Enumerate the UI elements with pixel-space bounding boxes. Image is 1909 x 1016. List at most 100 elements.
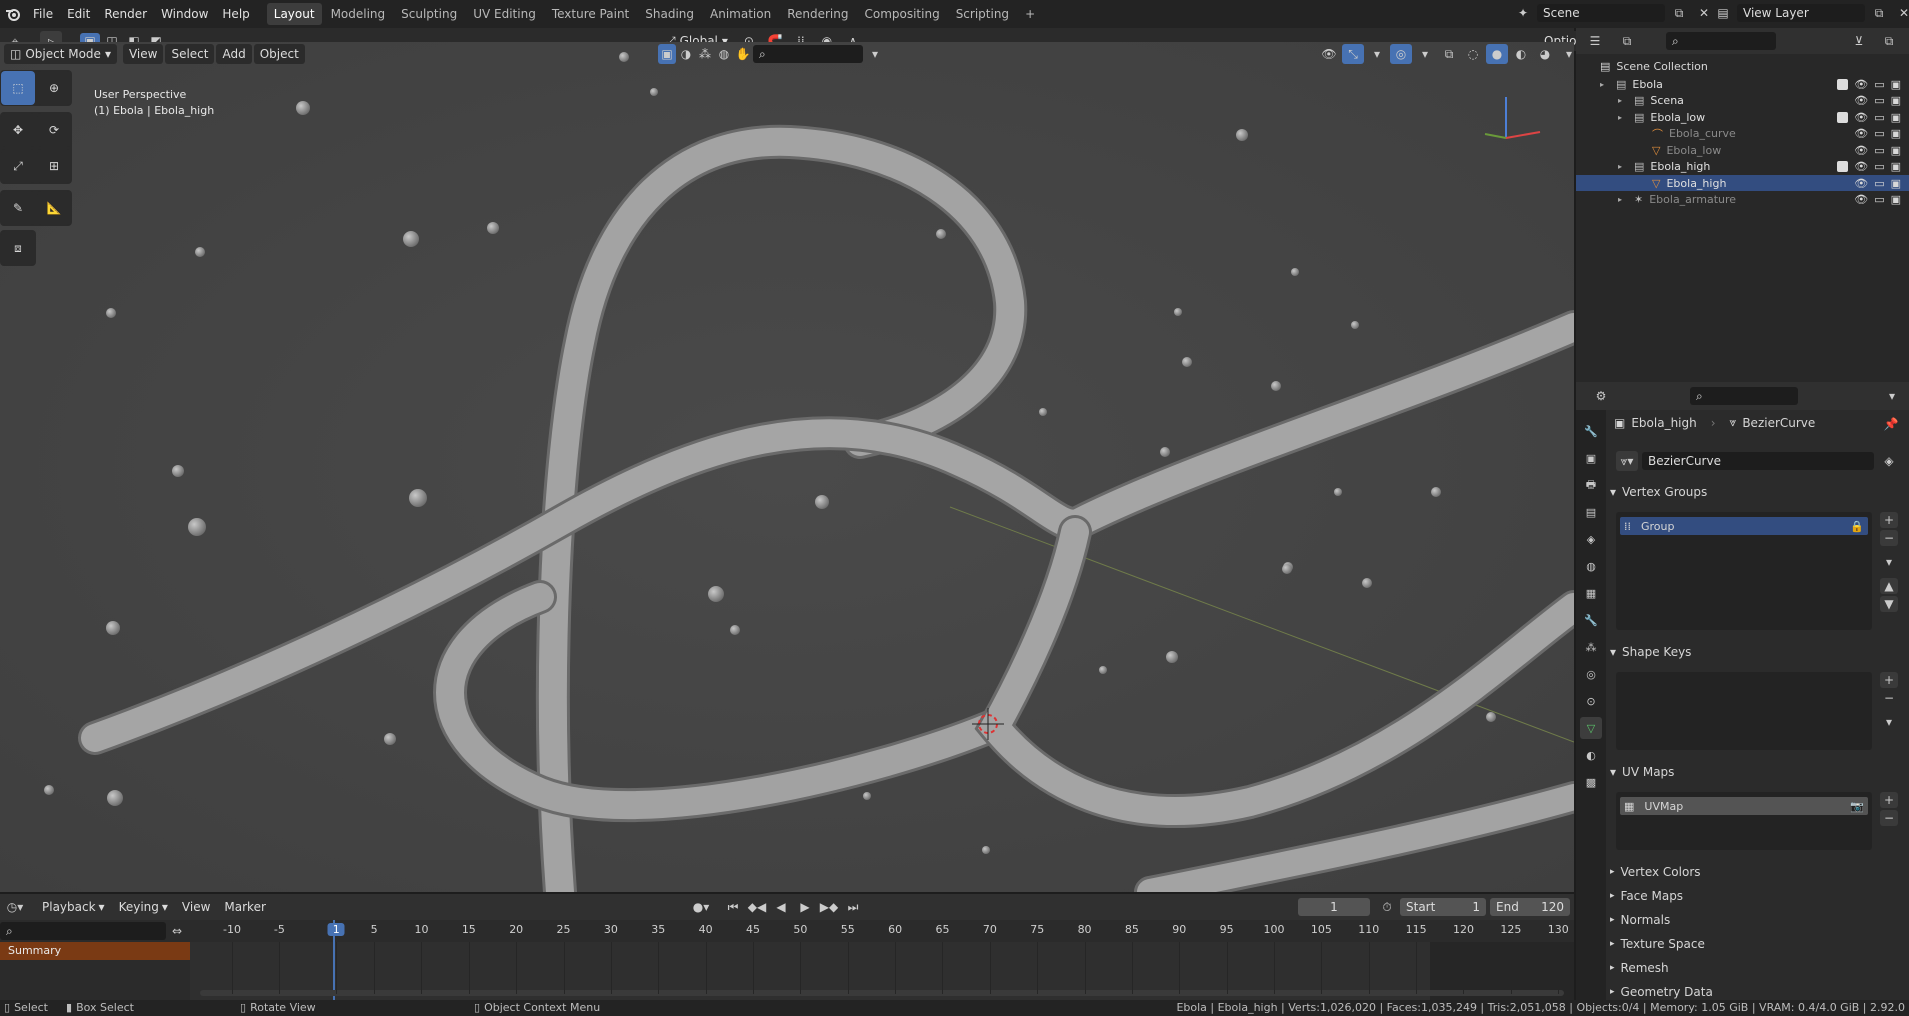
eye-icon[interactable]: 👁 — [1854, 78, 1868, 91]
monitor-icon[interactable]: ▭ — [1874, 177, 1884, 190]
eye-icon[interactable]: 👁 — [1854, 193, 1868, 206]
timeline-scrollbar[interactable] — [200, 990, 1564, 996]
scene-tab-icon[interactable]: ◈ — [1580, 528, 1602, 550]
view-layer-tab-icon[interactable]: ▤ — [1580, 501, 1602, 523]
menu-file[interactable]: File — [26, 3, 60, 25]
world-tab-icon[interactable]: ◍ — [1580, 555, 1602, 577]
workspace-tab-layout[interactable]: Layout — [266, 3, 322, 25]
cursor-tool-icon[interactable]: ⊕ — [37, 71, 71, 105]
shading-type-icon[interactable]: ◑ — [677, 44, 695, 64]
texture-tab-icon[interactable]: ▩ — [1580, 771, 1602, 793]
chevron-down-icon[interactable]: ▾ — [1414, 44, 1436, 64]
particles-icon[interactable]: ⁂ — [696, 44, 714, 64]
remove-uv-map-icon[interactable]: − — [1880, 810, 1898, 826]
eye-icon[interactable]: 👁 — [1854, 127, 1868, 140]
workspace-tab-texture-paint[interactable]: Texture Paint — [545, 3, 636, 25]
material-shading-icon[interactable]: ◐ — [1510, 44, 1532, 64]
chevron-down-icon[interactable]: ▾ — [1881, 386, 1903, 406]
render-tab-icon[interactable]: ▣ — [1580, 447, 1602, 469]
scene-field[interactable]: Scene — [1537, 4, 1665, 22]
monitor-icon[interactable]: ▭ — [1874, 78, 1884, 91]
new-view-layer-icon[interactable]: ⧉ — [1868, 3, 1890, 23]
monitor-icon[interactable]: ▭ — [1874, 193, 1884, 206]
modifier-tab-icon[interactable]: 🔧 — [1580, 609, 1602, 631]
panel-header-geometry-data[interactable]: ▸ Geometry Data — [1610, 982, 1900, 1002]
move-down-icon[interactable]: ▼ — [1880, 596, 1898, 612]
timeline-menu-keying[interactable]: Keying ▾ — [112, 897, 174, 917]
data-name-field[interactable]: BezierCurve — [1642, 452, 1874, 470]
3d-viewport[interactable]: ◫ Object Mode ▾ View Select Add Object ▣ ◑ … — [0, 42, 1574, 892]
add-shape-key-icon[interactable]: + — [1880, 672, 1898, 688]
workspace-tab-uv-editing[interactable]: UV Editing — [466, 3, 543, 25]
timeline-menu-marker[interactable]: Marker — [218, 897, 272, 917]
measure-tool-icon[interactable]: 📐 — [37, 191, 71, 225]
viewport-menu-object[interactable]: Object — [253, 44, 305, 64]
chevron-down-icon[interactable]: ▾ — [864, 44, 886, 64]
workspace-tab-compositing[interactable]: Compositing — [857, 3, 946, 25]
monitor-icon[interactable]: ▭ — [1874, 160, 1884, 173]
workspace-tab-sculpting[interactable]: Sculpting — [394, 3, 464, 25]
exclude-checkbox[interactable] — [1837, 111, 1849, 123]
specials-menu-icon[interactable]: ▾ — [1880, 554, 1898, 570]
monitor-icon[interactable]: ▭ — [1874, 144, 1884, 157]
properties-editor-icon[interactable]: ⚙ — [1590, 386, 1612, 406]
outliner-row[interactable]: ▽ Ebola_high 👁 ▭ ▣ — [1576, 175, 1909, 191]
outliner-row[interactable]: ▸ ✶ Ebola_armature 👁 ▭ ▣ — [1576, 192, 1909, 208]
eye-icon[interactable]: 👁 — [1854, 144, 1868, 157]
viewport-menu-select[interactable]: Select — [165, 44, 215, 64]
outliner-row[interactable]: ▸ ▤ Ebola_high 👁 ▭ ▣ — [1576, 159, 1909, 175]
curve-data-icon[interactable]: ⩔▾ — [1616, 451, 1638, 471]
object-type-icon[interactable]: ▣ — [658, 44, 676, 64]
jump-end-icon[interactable]: ⏭ — [842, 897, 864, 917]
hand-icon[interactable]: ✋ — [734, 44, 752, 64]
outliner-row[interactable]: ⌒ Ebola_curve 👁 ▭ ▣ — [1576, 126, 1909, 142]
stopwatch-icon[interactable]: ⏱ — [1376, 897, 1398, 917]
mode-dropdown[interactable]: ◫ Object Mode ▾ — [4, 44, 117, 64]
monitor-icon[interactable]: ▭ — [1874, 111, 1884, 124]
move-tool-icon[interactable]: ✥ — [1, 113, 35, 147]
visibility-icon[interactable]: 👁 — [1318, 44, 1340, 64]
pin-icon[interactable]: 📌 — [1880, 414, 1902, 434]
monitor-icon[interactable]: ▭ — [1874, 94, 1884, 107]
output-tab-icon[interactable]: 🖶 — [1580, 474, 1602, 496]
workspace-tab-shading[interactable]: Shading — [638, 3, 701, 25]
eye-icon[interactable]: 👁 — [1854, 111, 1868, 124]
new-scene-icon[interactable]: ⧉ — [1668, 3, 1690, 23]
timeline-editor-icon[interactable]: ◷▾ — [4, 897, 26, 917]
panel-header-vertex-colors[interactable]: ▸ Vertex Colors — [1610, 862, 1900, 882]
annotate-tool-icon[interactable]: ✎ — [1, 191, 35, 225]
timeline-menu-view[interactable]: View — [175, 897, 217, 917]
disclosure-triangle-icon[interactable]: ▸ — [1618, 162, 1628, 171]
menu-window[interactable]: Window — [154, 3, 215, 25]
exclude-checkbox[interactable] — [1837, 161, 1849, 172]
scene-icon[interactable]: ✦ — [1512, 3, 1534, 23]
camera-icon[interactable]: ▣ — [1891, 177, 1901, 190]
remove-shape-key-icon[interactable]: − — [1880, 690, 1898, 706]
physics-tab-icon[interactable]: ◎ — [1580, 663, 1602, 685]
camera-icon[interactable]: ▣ — [1891, 127, 1901, 140]
view-layer-icon[interactable]: ▤ — [1712, 3, 1734, 23]
outliner-row[interactable]: ▸ ▤ Scena 👁 ▭ ▣ — [1576, 93, 1909, 109]
shape-key-specials-icon[interactable]: ▾ — [1880, 714, 1898, 730]
gizmo-icon[interactable]: ⤡ — [1342, 44, 1364, 64]
shape-keys-panel-header[interactable]: ▾ Shape Keys — [1610, 642, 1900, 662]
view-layer-field[interactable]: View Layer — [1737, 4, 1865, 22]
start-frame-field[interactable]: Start 1 — [1400, 898, 1486, 916]
add-uv-map-icon[interactable]: + — [1880, 792, 1898, 808]
camera-icon[interactable]: 📷 — [1850, 800, 1864, 813]
workspace-tab-rendering[interactable]: Rendering — [780, 3, 855, 25]
chevron-down-icon[interactable]: ▾ — [1558, 44, 1574, 64]
eye-icon[interactable]: 👁 — [1854, 177, 1868, 190]
panel-header-face-maps[interactable]: ▸ Face Maps — [1610, 886, 1900, 906]
eye-icon[interactable]: 👁 — [1854, 94, 1868, 107]
remove-vertex-group-icon[interactable]: − — [1880, 530, 1898, 546]
vertex-groups-panel-header[interactable]: ▾ Vertex Groups — [1610, 482, 1900, 502]
outliner-row[interactable]: ▽ Ebola_low 👁 ▭ ▣ — [1576, 142, 1909, 158]
disclosure-triangle-icon[interactable]: ▸ — [1618, 113, 1628, 122]
jump-start-icon[interactable]: ⏮ — [722, 897, 744, 917]
exclude-checkbox[interactable] — [1837, 78, 1849, 90]
chevron-down-icon[interactable]: ▾ — [1366, 44, 1388, 64]
camera-icon[interactable]: ▣ — [1891, 144, 1901, 157]
record-icon[interactable]: ●▾ — [690, 897, 712, 917]
disclosure-triangle-icon[interactable]: ▸ — [1618, 195, 1628, 204]
